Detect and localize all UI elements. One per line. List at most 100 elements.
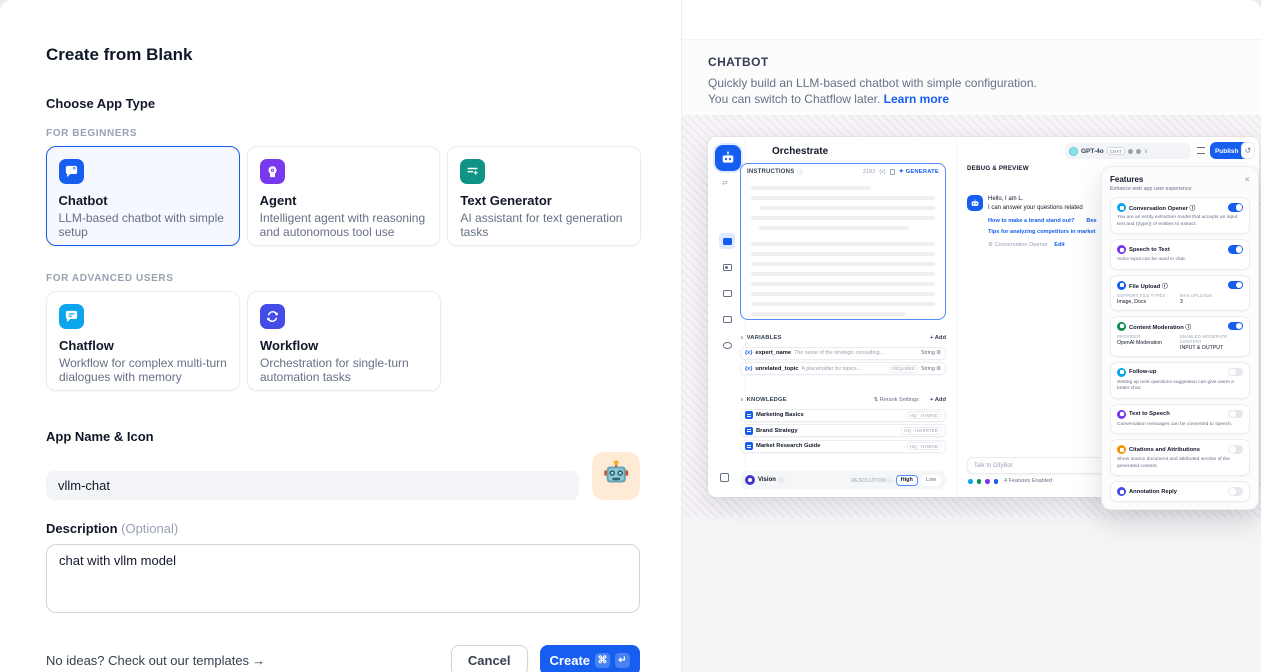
workflow-icon bbox=[260, 304, 285, 329]
variables-section: ∨ VARIABLES + Add {x} expert_name The na… bbox=[740, 331, 946, 375]
chatbot-icon bbox=[59, 159, 84, 184]
text-to-speech-icon bbox=[1117, 410, 1126, 419]
create-form-panel: Create from Blank Choose App Type FOR BE… bbox=[0, 0, 681, 672]
conversation-opener-row: ⚙ Conversation Opener Edit bbox=[988, 242, 1097, 248]
app-type-card-text-generator[interactable]: Text Generator AI assistant for text gen… bbox=[447, 146, 641, 246]
preview-panel: CHATBOT Quickly build an LLM-based chatb… bbox=[681, 0, 1261, 672]
description-textarea[interactable]: chat with vllm model bbox=[46, 544, 640, 613]
card-desc: LLM-based chatbot with simple setup bbox=[59, 211, 228, 239]
variables-heading: VARIABLES bbox=[747, 335, 782, 341]
card-desc: Intelligent agent with reasoning and aut… bbox=[260, 211, 428, 239]
feature-item: Content Moderation ⓘ PROVIDEROpenAI Mode… bbox=[1110, 316, 1250, 357]
create-button-label: Create bbox=[550, 653, 590, 668]
card-title: Chatbot bbox=[59, 193, 228, 208]
nav-notes-icon bbox=[719, 311, 735, 327]
preview-heading: CHATBOT bbox=[708, 55, 1261, 69]
variable-row: {x} unrelated_topic A placeholder for to… bbox=[740, 362, 946, 375]
agent-icon bbox=[260, 159, 285, 184]
copy-icon bbox=[890, 169, 895, 175]
arrow-right-icon: → bbox=[252, 653, 265, 668]
features-panel: Features ✕ Enhance web app user experien… bbox=[1101, 166, 1259, 510]
follow-up-icon bbox=[1117, 368, 1126, 377]
templates-link[interactable]: No ideas? Check out our templates→ bbox=[46, 653, 265, 668]
nav-globe-icon bbox=[719, 337, 735, 353]
advanced-cards: Chatflow Workflow for complex multi-turn… bbox=[46, 291, 641, 391]
card-desc: Orchestration for single-turn automation… bbox=[260, 356, 428, 384]
sidebar-bottom-icon bbox=[720, 473, 729, 482]
app-name-input[interactable] bbox=[46, 471, 579, 500]
choose-app-type-heading: Choose App Type bbox=[46, 96, 641, 111]
vision-icon bbox=[745, 475, 755, 485]
file-upload-icon bbox=[1117, 281, 1126, 290]
features-title: Features bbox=[1110, 175, 1143, 184]
rerank-settings-button: ⇅ Rerank Settings bbox=[874, 397, 919, 403]
for-advanced-label: FOR ADVANCED USERS bbox=[46, 273, 641, 284]
knowledge-row: Market Research Guide HQ · HYBRID bbox=[740, 440, 946, 453]
preview-description: Quickly build an LLM-based chatbot with … bbox=[708, 75, 1053, 107]
orchestrate-title: Orchestrate bbox=[772, 146, 828, 157]
citations-icon bbox=[1117, 445, 1126, 454]
toggle-on bbox=[1228, 245, 1243, 254]
info-icon: ⓘ bbox=[779, 476, 785, 484]
card-title: Text Generator bbox=[460, 193, 628, 208]
description-label: Description (Optional) bbox=[46, 521, 641, 536]
suggestion-link: Tips for analyzing competitors in market bbox=[988, 229, 1097, 235]
app-type-card-agent[interactable]: Agent Intelligent agent with reasoning a… bbox=[247, 146, 441, 246]
info-icon: ⓘ bbox=[797, 168, 803, 176]
app-type-card-chatflow[interactable]: Chatflow Workflow for complex multi-turn… bbox=[46, 291, 240, 391]
instructions-panel: INSTRUCTIONS ⓘ 2182 {x} ✦ GENERATE bbox=[740, 163, 946, 320]
resolution-high-chip: High bbox=[896, 475, 918, 486]
nav-prompt-icon bbox=[719, 233, 735, 249]
card-desc: AI assistant for text generation tasks bbox=[460, 211, 628, 239]
knowledge-row: Brand Strategy HQ · INVERTED bbox=[740, 424, 946, 437]
variable-row: {x} expert_name The name of the strategi… bbox=[740, 347, 946, 360]
add-variable-button: + Add bbox=[930, 335, 946, 341]
toggle-on bbox=[1228, 203, 1243, 212]
learn-more-link[interactable]: Learn more bbox=[884, 92, 949, 106]
card-title: Workflow bbox=[260, 338, 428, 353]
create-button[interactable]: Create ⌘ ↵ bbox=[540, 645, 640, 672]
generate-button: ✦ GENERATE bbox=[899, 169, 939, 175]
toggle-on bbox=[1228, 322, 1243, 331]
preview-top-strip bbox=[682, 0, 1261, 40]
toggle-off bbox=[1228, 445, 1243, 454]
content-moderation-icon bbox=[1117, 322, 1126, 331]
knowledge-row: Marketing Basics HQ · HYBRID bbox=[740, 409, 946, 422]
card-title: Chatflow bbox=[59, 338, 227, 353]
char-count: 2182 bbox=[863, 169, 875, 175]
close-icon: ✕ bbox=[1244, 176, 1250, 184]
robot-emoji-icon bbox=[601, 459, 631, 494]
page-title: Create from Blank bbox=[46, 45, 641, 65]
toggle-off bbox=[1228, 487, 1243, 496]
feature-item: Citations and Attributions Show source d… bbox=[1110, 439, 1250, 476]
feature-item: Follow-up Setting up next questions sugg… bbox=[1110, 362, 1250, 399]
conversation-opener-icon bbox=[1117, 203, 1126, 212]
feature-item: Speech to Text Voice input can be used i… bbox=[1110, 239, 1250, 270]
toggle-off bbox=[1228, 410, 1243, 419]
toggle-on bbox=[1228, 281, 1243, 290]
feature-item: Conversation Opener ⓘ You are an entity … bbox=[1110, 197, 1250, 234]
app-type-card-chatbot[interactable]: Chatbot LLM-based chatbot with simple se… bbox=[46, 146, 240, 246]
preview-hatched-area: ⇄ Orchestrate GPT-4o CHAT ∨ bbox=[682, 115, 1261, 518]
mini-app-robot-icon bbox=[715, 145, 741, 171]
variable-icon: {x} bbox=[879, 169, 885, 175]
knowledge-section: ∨ KNOWLEDGE ⇅ Rerank Settings + Add Mark… bbox=[740, 393, 946, 453]
feature-item: Text to Speech Conversation messages can… bbox=[1110, 404, 1250, 435]
create-app-modal: Create from Blank Choose App Type FOR BE… bbox=[0, 0, 1261, 672]
features-enabled-chips: 4 Features Enabled bbox=[967, 478, 1052, 485]
add-knowledge-button: + Add bbox=[930, 397, 946, 403]
feature-item: File Upload ⓘ SUPPORT FILE TYPESImage, D… bbox=[1110, 275, 1250, 311]
for-beginners-label: FOR BEGINNERS bbox=[46, 128, 641, 139]
edit-link: Edit bbox=[1054, 242, 1065, 248]
card-desc: Workflow for complex multi-turn dialogue… bbox=[59, 356, 227, 384]
cancel-button[interactable]: Cancel bbox=[451, 645, 528, 672]
app-icon-picker[interactable] bbox=[592, 452, 640, 500]
vision-row: Vision ⓘ RESOLUTION ⓘ High Low bbox=[740, 471, 946, 489]
features-subtitle: Enhance web app user experience bbox=[1110, 186, 1250, 192]
text-generator-icon bbox=[460, 159, 485, 184]
app-type-card-workflow[interactable]: Workflow Orchestration for single-turn a… bbox=[247, 291, 441, 391]
app-name-label: App Name & Icon bbox=[46, 429, 641, 444]
bot-message: Hello, I am L. I can answer your questio… bbox=[988, 195, 1097, 213]
feature-item: Annotation Reply bbox=[1110, 481, 1250, 502]
cmd-key-icon: ⌘ bbox=[595, 653, 610, 668]
